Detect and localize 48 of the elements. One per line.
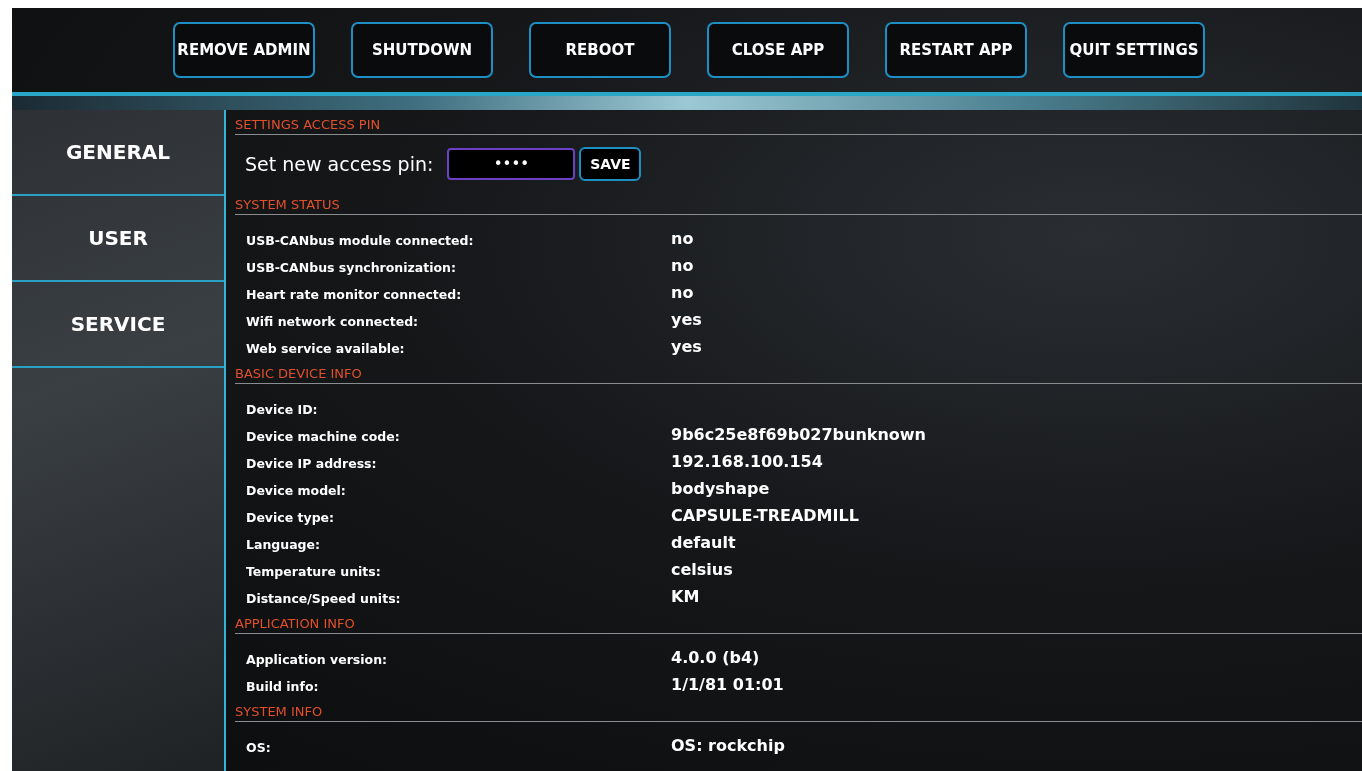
info-value: no <box>671 256 694 275</box>
sidebar-item[interactable]: GENERAL <box>12 110 224 196</box>
info-value: yes <box>671 337 702 356</box>
info-label: Device machine code: <box>246 429 401 444</box>
info-label: Distance/Speed units: <box>246 591 402 606</box>
section-heading: SYSTEM INFO <box>235 703 1362 722</box>
pin-field[interactable]: •••• <box>447 148 576 180</box>
toolbar-button[interactable]: REMOVE ADMIN <box>173 22 315 78</box>
info-value: bodyshape <box>671 479 770 498</box>
toolbar-button[interactable]: CLOSE APP <box>707 22 849 78</box>
section-heading: APPLICATION INFO <box>235 615 1362 634</box>
info-label: Heart rate monitor connected: <box>246 287 463 302</box>
info-value: 192.168.100.154 <box>671 452 823 471</box>
info-value: 9b6c25e8f69b027bunknown <box>671 425 926 444</box>
info-label: Build info: <box>246 679 320 694</box>
info-label: Device model: <box>246 483 347 498</box>
info-label: Device ID: <box>246 402 319 417</box>
info-value: default <box>671 533 736 552</box>
info-label: Temperature units: <box>246 564 382 579</box>
info-value: no <box>671 283 694 302</box>
info-value: OS: rockchip <box>671 736 785 755</box>
info-label: Device type: <box>246 510 336 525</box>
info-value: 4.0.0 (b4) <box>671 648 760 667</box>
section-heading: BASIC DEVICE INFO <box>235 365 1362 384</box>
info-label: Web service available: <box>246 341 406 356</box>
info-value: 1/1/81 01:01 <box>671 675 784 694</box>
section-heading: SYSTEM STATUS <box>235 196 1362 215</box>
save-button[interactable]: SAVE <box>579 147 642 181</box>
sidebar-item[interactable]: SERVICE <box>12 282 224 368</box>
info-label: OS: <box>246 740 272 755</box>
toolbar-button[interactable]: REBOOT <box>529 22 671 78</box>
pin-label: Set new access pin: <box>245 153 434 175</box>
info-label: Application version: <box>246 652 389 667</box>
info-value: celsius <box>671 560 733 579</box>
info-label: Language: <box>246 537 321 552</box>
info-label: Device IP address: <box>246 456 378 471</box>
section-heading: SETTINGS ACCESS PIN <box>235 116 1362 135</box>
toolbar-button[interactable]: RESTART APP <box>885 22 1027 78</box>
sidebar-item[interactable]: USER <box>12 196 224 282</box>
info-label: Wifi network connected: <box>246 314 420 329</box>
info-value: yes <box>671 310 702 329</box>
info-label: USB-CANbus module connected: <box>246 233 475 248</box>
info-value: CAPSULE-TREADMILL <box>671 506 859 525</box>
toolbar-button[interactable]: SHUTDOWN <box>351 22 493 78</box>
info-value: KM <box>671 587 700 606</box>
info-label: USB-CANbus synchronization: <box>246 260 457 275</box>
toolbar-button[interactable]: QUIT SETTINGS <box>1063 22 1205 78</box>
info-value: no <box>671 229 694 248</box>
